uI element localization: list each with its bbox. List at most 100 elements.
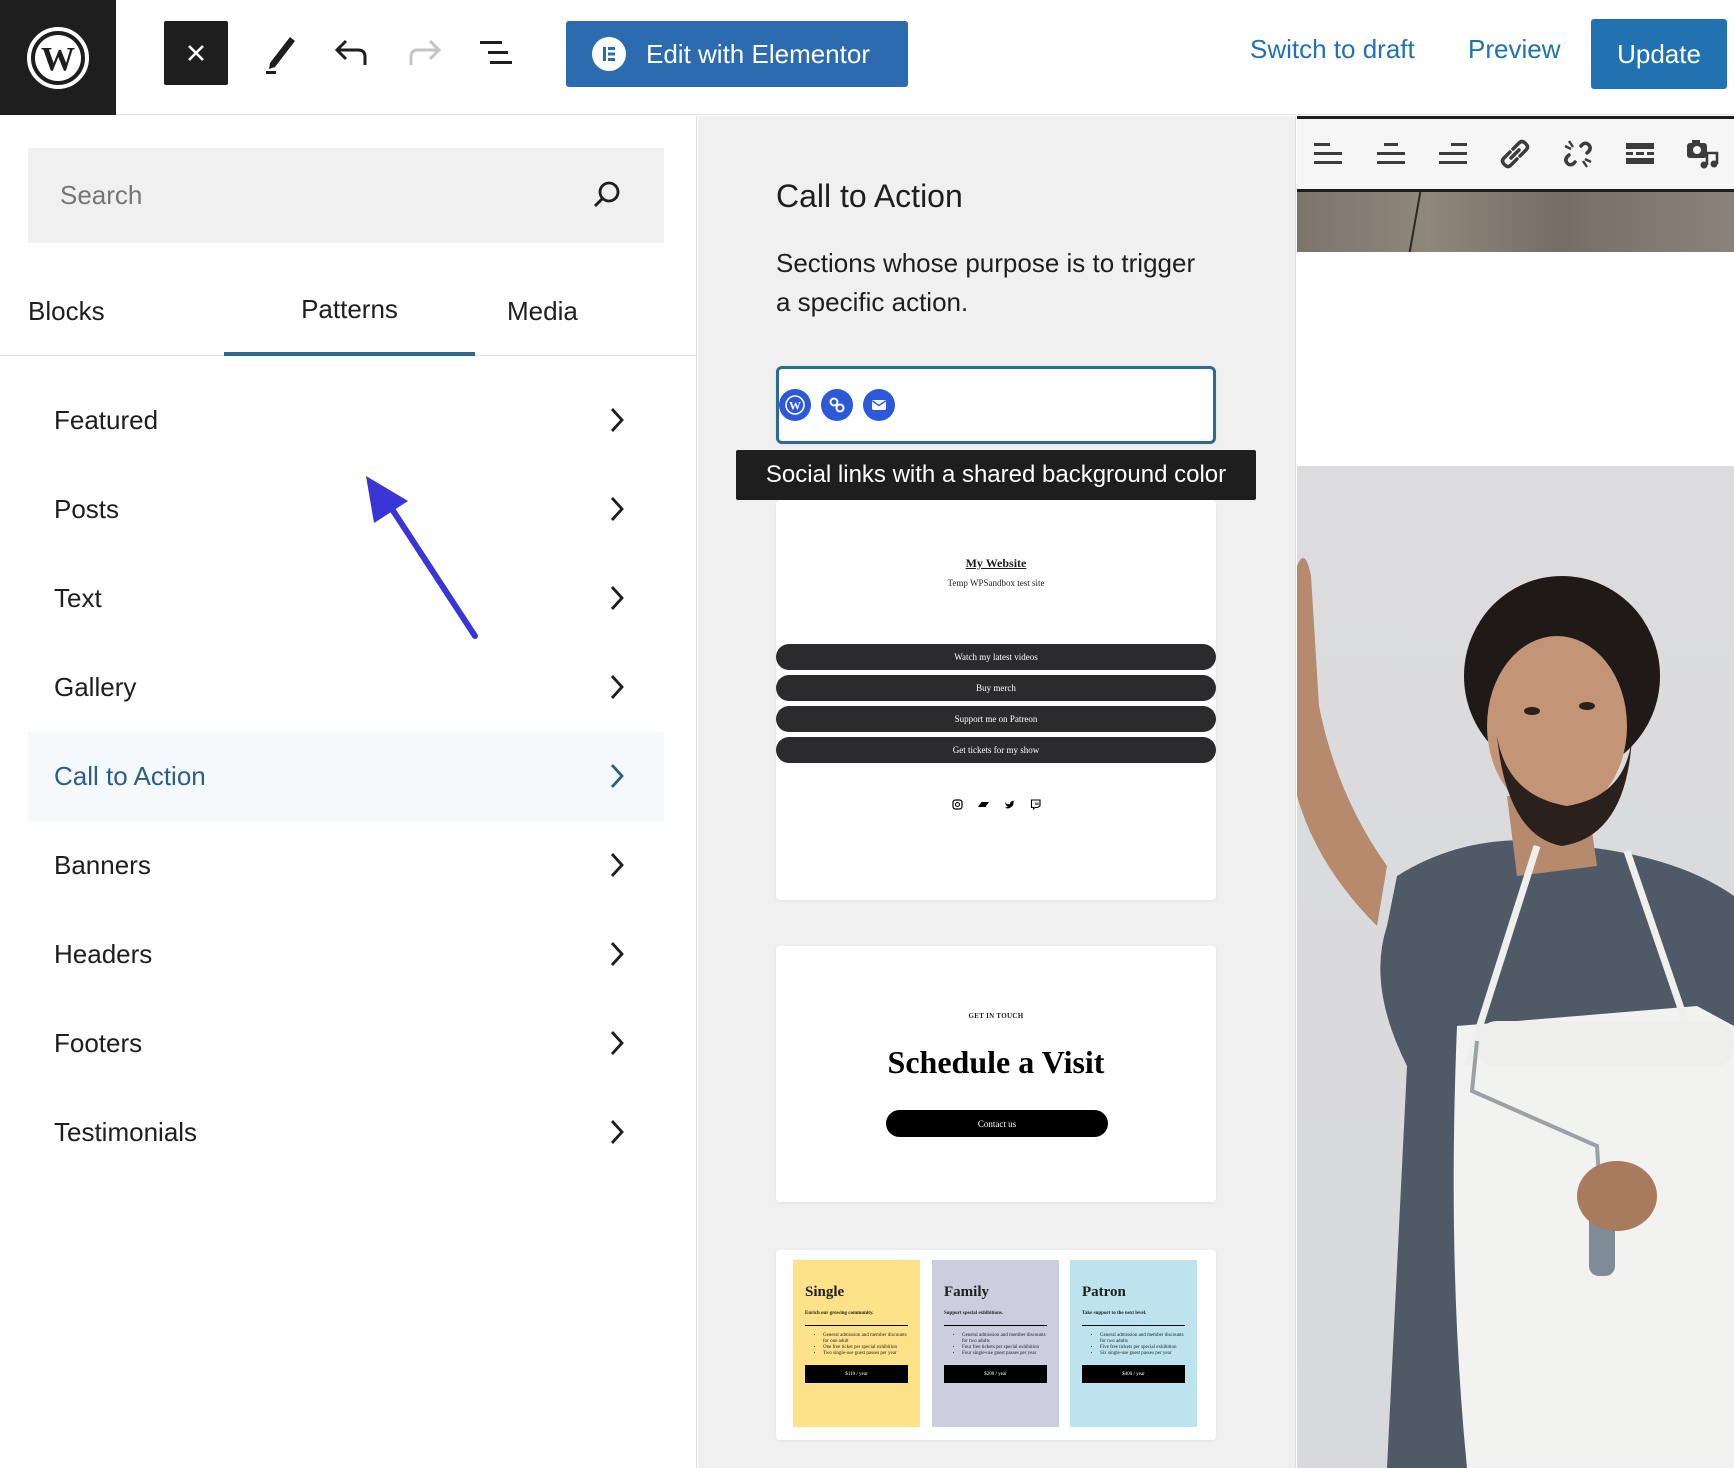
tier-price-button: $200 / year [944,1365,1047,1383]
tier-divider [944,1325,1047,1326]
category-headers[interactable]: Headers [28,910,664,999]
twitter-icon [1003,798,1015,810]
inserter-tabs: Blocks Patterns Media [0,266,697,356]
tier-divider [1082,1325,1185,1326]
chevron-right-icon [610,1031,624,1055]
switch-to-draft-button[interactable]: Switch to draft [1250,34,1415,65]
redo-button[interactable] [392,21,456,85]
pattern-social-links-shared-bg[interactable]: W [776,366,1216,444]
tier-feature: Four single-use guest passes per year [962,1351,1047,1357]
media-text-button[interactable] [1672,124,1734,184]
category-footers[interactable]: Footers [28,999,664,1088]
editor-top-bar: W Edit with Elementor Switch to draft Pr… [0,0,1734,115]
chevron-right-icon [610,942,624,966]
category-call-to-action[interactable]: Call to Action [28,732,664,821]
pattern-category-description: Sections whose purpose is to trigger a s… [776,248,1196,317]
media-text-icon [1686,140,1719,169]
chevron-right-icon [610,408,624,432]
visit-kicker: GET IN TOUCH [968,1012,1024,1020]
pricing-tier-single: Single Enrich our growing community. Gen… [793,1260,920,1427]
category-text[interactable]: Text [28,554,664,643]
category-banners[interactable]: Banners [28,821,664,910]
contact-button: Contact us [886,1110,1108,1137]
category-label: Text [54,583,102,613]
category-label: Posts [54,494,120,524]
visit-title: Schedule a Visit [887,1044,1105,1080]
pattern-category-list: Featured Posts Text Gallery Call to Acti… [28,376,664,1177]
chevron-right-icon [610,853,624,877]
category-featured[interactable]: Featured [28,376,664,465]
list-view-button[interactable] [464,21,528,85]
tab-media[interactable]: Media [507,266,578,356]
painter-photo[interactable] [1297,466,1734,1468]
svg-text:W: W [41,41,75,78]
link-button: Support me on Patreon [776,706,1216,732]
update-button[interactable]: Update [1591,19,1727,89]
search-input[interactable] [28,148,664,243]
edit-with-elementor-label: Edit with Elementor [646,38,870,69]
block-inserter-panel: Blocks Patterns Media Featured Posts Tex… [0,116,697,1468]
link-icon [1501,139,1530,169]
read-more-icon [1626,143,1655,164]
wordpress-icon: W [779,389,811,421]
site-tagline: Temp WPSandbox test site [947,578,1045,588]
instagram-icon [951,798,963,810]
read-more-button[interactable] [1609,124,1671,184]
redo-icon [409,39,442,65]
category-label: Featured [54,405,159,435]
category-gallery[interactable]: Gallery [28,643,664,732]
pricing-tier-family: Family Support special exhibitions. Gene… [932,1260,1059,1427]
tier-feature: Two single-use guest passes per year [823,1351,908,1357]
category-posts[interactable]: Posts [28,465,664,554]
wordpress-logo-icon: W [27,26,89,89]
link-buttons: Watch my latest videos Buy merch Support… [776,644,1216,768]
preview-button[interactable]: Preview [1468,34,1560,65]
link-social-icons [776,798,1216,810]
align-center-button[interactable] [1359,124,1421,184]
chevron-right-icon [610,586,624,610]
unlink-icon [1564,140,1592,168]
chain-link-icon [821,389,853,421]
tier-feature: General admission and member discounts f… [962,1333,1047,1345]
tab-blocks[interactable]: Blocks [28,266,105,356]
undo-button[interactable] [320,21,384,85]
pattern-schedule-visit[interactable]: GET IN TOUCH Schedule a Visit Contact us [776,946,1216,1202]
align-center-icon [1376,143,1405,164]
tier-feature: Six single-use guest passes per year [1100,1351,1185,1357]
edit-with-elementor-button[interactable]: Edit with Elementor [566,21,908,87]
align-left-icon [1314,143,1343,164]
pattern-category-title: Call to Action [776,178,963,214]
pattern-link-in-bio[interactable]: My Website Temp WPSandbox test site Watc… [776,500,1216,900]
tier-divider [805,1325,908,1326]
tier-name: Patron [1082,1284,1126,1300]
close-icon [188,45,204,61]
social-icons-row: W [779,389,895,421]
site-title: My Website [965,556,1027,570]
pricing-tier-patron: Patron Take support to the next level. G… [1070,1260,1197,1427]
category-testimonials[interactable]: Testimonials [28,1088,664,1177]
align-right-button[interactable] [1422,124,1484,184]
tier-feature: General admission and member discounts f… [1100,1333,1185,1345]
wordpress-logo-button[interactable]: W [0,0,116,115]
pattern-pricing-tiers[interactable]: Single Enrich our growing community. Gen… [776,1250,1216,1440]
tools-button[interactable] [248,21,312,85]
category-label: Gallery [54,672,137,702]
tier-price-button: $400 / year [1082,1365,1185,1383]
chevron-right-icon [610,497,624,521]
category-label: Footers [54,1028,143,1058]
chevron-right-icon [610,764,624,788]
category-label: Call to Action [54,761,206,791]
tab-patterns[interactable]: Patterns [224,266,475,356]
painter-illustration-icon [1297,558,1734,1468]
elementor-icon [592,37,626,71]
align-left-button[interactable] [1297,124,1359,184]
header-image-strip [1297,192,1734,252]
unlink-button[interactable] [1547,124,1609,184]
svg-text:W: W [789,399,801,413]
search-box [28,148,664,243]
close-inserter-button[interactable] [164,21,228,85]
align-right-icon [1439,143,1468,164]
tier-feature: General admission and member discounts f… [823,1333,908,1345]
chevron-right-icon [610,675,624,699]
link-button[interactable] [1484,124,1546,184]
